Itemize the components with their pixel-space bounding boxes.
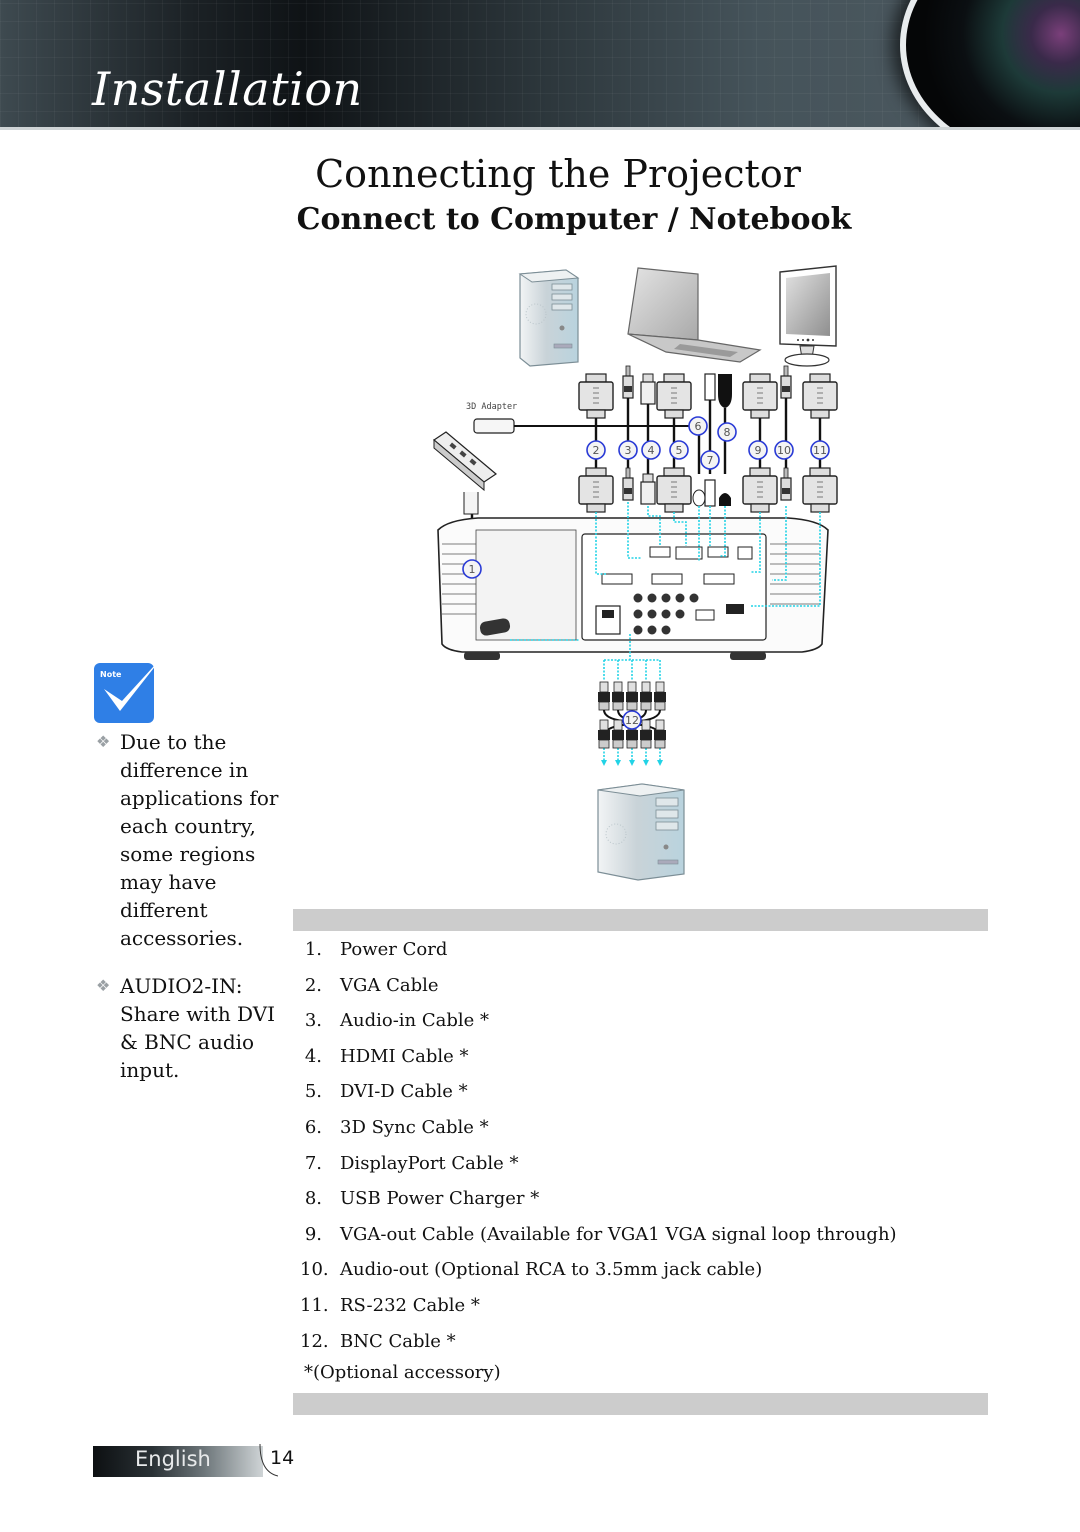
cable-item: 11. RS-232 Cable * <box>300 1294 480 1316</box>
callout-3: 3 <box>618 440 638 460</box>
cable-item: 2. VGA Cable <box>304 974 439 996</box>
table-top-bar <box>293 909 988 931</box>
callout-11: 11 <box>810 440 830 460</box>
note-item: ❖ AUDIO2-IN: Share with DVI & BNC audio … <box>96 972 286 1084</box>
callout-9: 9 <box>748 440 768 460</box>
diamond-bullet-icon: ❖ <box>96 976 111 995</box>
power-strip-icon <box>433 431 497 515</box>
svg-text:7: 7 <box>707 454 714 467</box>
svg-text:10: 10 <box>777 444 791 457</box>
note-text: Due to the difference in applications fo… <box>120 730 279 950</box>
callout-12: 12 <box>622 710 642 730</box>
note-text: AUDIO2-IN: Share with DVI & BNC audio in… <box>120 974 276 1082</box>
callout-6: 6 <box>688 416 708 436</box>
projector-icon <box>437 517 829 660</box>
cable-item: 8. USB Power Charger * <box>304 1188 540 1210</box>
desktop-computer-bottom-icon <box>597 783 685 881</box>
connection-diagram: 3D Adapter 1 2 3 4 5 6 7 8 9 10 11 12 <box>433 265 838 881</box>
cable-item: 12. BNC Cable * <box>300 1330 456 1352</box>
cable-item: 1. Power Cord <box>304 939 448 960</box>
svg-text:4: 4 <box>648 444 655 457</box>
cable-list: 1. Power Cord 2. VGA Cable 3. Audio-in Cabl… <box>300 934 990 1361</box>
svg-text:9: 9 <box>755 444 762 457</box>
callout-2: 2 <box>586 440 606 460</box>
svg-text:1: 1 <box>469 563 476 576</box>
cable-item: 6. 3D Sync Cable * <box>304 1116 489 1138</box>
monitor-icon <box>779 265 837 367</box>
cable-item: 4. HDMI Cable * <box>304 1045 469 1067</box>
adapter-label: 3D Adapter <box>466 402 517 412</box>
optional-accessory-footnote: *(Optional accessory) <box>304 1362 501 1383</box>
cable-item: 10. Audio-out (Optional RCA to 3.5mm jack… <box>300 1259 763 1281</box>
note-label: Note <box>100 670 122 679</box>
callout-4: 4 <box>641 440 661 460</box>
svg-text:11: 11 <box>813 444 827 457</box>
note-list: ❖ Due to the difference in applications … <box>96 728 286 1104</box>
section-title: Installation <box>92 62 363 116</box>
note-checkmark-icon: Note <box>94 655 164 723</box>
svg-text:2: 2 <box>593 444 600 457</box>
cable-item: 3. Audio-in Cable * <box>304 1010 490 1032</box>
callout-10: 10 <box>774 440 794 460</box>
svg-text:3: 3 <box>625 444 632 457</box>
page-number: 14 <box>270 1447 295 1469</box>
callout-8: 8 <box>717 422 737 442</box>
svg-text:5: 5 <box>676 444 683 457</box>
note-item: ❖ Due to the difference in applications … <box>96 728 286 952</box>
svg-text:12: 12 <box>625 714 639 727</box>
page-subtitle: Connect to Computer / Notebook <box>296 202 852 237</box>
page-title: Connecting the Projector <box>315 152 801 196</box>
svg-text:8: 8 <box>724 426 731 439</box>
cable-item: 9. VGA-out Cable (Available for VGA1 VGA … <box>304 1223 897 1245</box>
signal-arrows <box>601 760 663 766</box>
notebook-icon <box>627 267 762 363</box>
cable-item: 7. DisplayPort Cable * <box>304 1152 519 1174</box>
svg-text:6: 6 <box>695 420 702 433</box>
top-connectors <box>578 365 838 419</box>
table-bottom-bar <box>293 1393 988 1415</box>
callout-1: 1 <box>462 559 482 579</box>
callout-7: 7 <box>700 450 720 470</box>
cable-item: 5. DVI-D Cable * <box>304 1081 468 1103</box>
bottom-connectors <box>578 467 838 513</box>
projector-lens-image <box>900 0 1080 130</box>
footer-language: English <box>135 1447 211 1471</box>
callout-5: 5 <box>669 440 689 460</box>
header-banner: Installation <box>0 0 1080 130</box>
diamond-bullet-icon: ❖ <box>96 732 111 751</box>
desktop-computer-icon <box>518 269 580 367</box>
